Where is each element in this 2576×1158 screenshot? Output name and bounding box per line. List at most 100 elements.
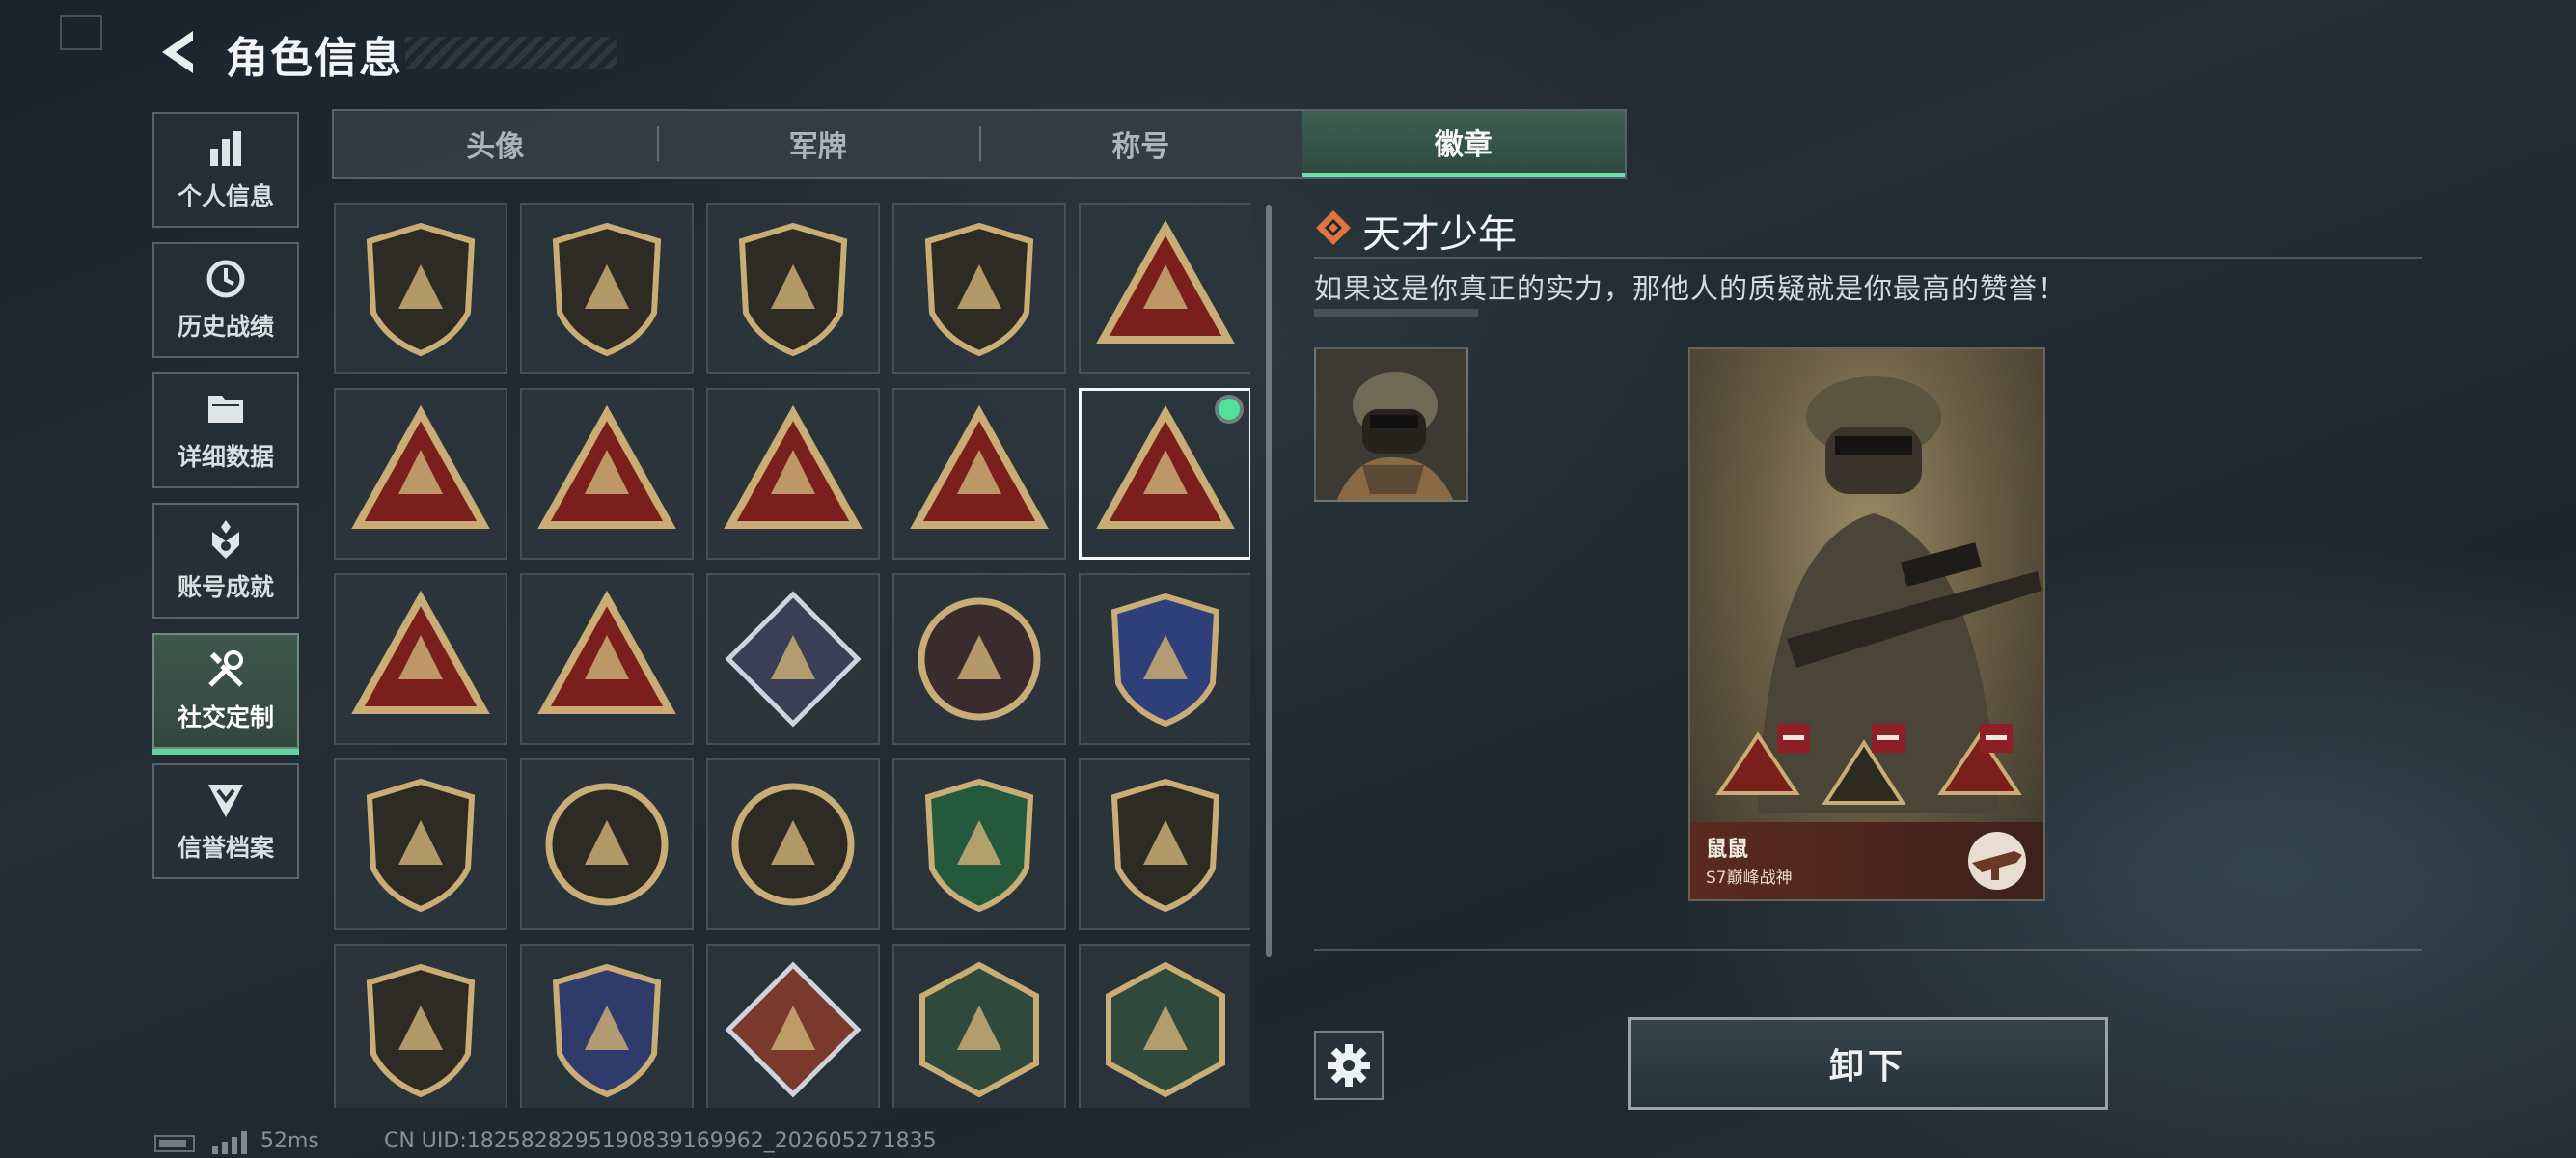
badge-cell[interactable] — [520, 573, 694, 745]
figure-badge-icon — [351, 590, 490, 714]
badge-cell[interactable] — [892, 388, 1066, 560]
description-decoration — [1314, 309, 1478, 317]
title-decoration — [405, 37, 617, 69]
sidebar-item-label: 账号成就 — [177, 573, 274, 601]
corner-decoration — [60, 15, 102, 50]
sidebar-item-label: 个人信息 — [177, 182, 274, 210]
history-clock-icon — [206, 260, 245, 298]
tab-dog-tag[interactable]: 军牌 — [656, 111, 980, 177]
sidebar-item-label: 社交定制 — [177, 703, 274, 731]
star-wreath-badge-icon — [918, 597, 1041, 721]
diamond-emblem-badge-icon — [738, 222, 848, 357]
wrench-screwdriver-icon — [208, 650, 243, 687]
badge-cell[interactable] — [1079, 388, 1250, 560]
nest-badge-icon — [537, 404, 676, 529]
page-title: 角色信息 — [226, 34, 403, 83]
badge-cell[interactable] — [892, 573, 1066, 745]
blue-shield-badge-icon — [1110, 593, 1220, 728]
number-one-badge-icon — [910, 404, 1049, 529]
launcher-badge-icon — [725, 591, 862, 728]
wasp-badge-icon — [919, 961, 1039, 1098]
ping-readout: 52ms — [260, 1129, 319, 1153]
scrollbar[interactable] — [1266, 205, 1272, 957]
battery-icon — [154, 1135, 195, 1152]
bar-chart-icon — [210, 131, 241, 166]
sidebar-item-label: 详细数据 — [177, 443, 274, 471]
sidebar-item-reputation[interactable]: 信誉档案 — [152, 763, 299, 879]
badge-cell[interactable] — [334, 573, 507, 745]
card-footer: 鼠鼠 S7巅峰战神 — [1690, 822, 2043, 899]
shield-chevron-icon — [208, 785, 243, 817]
smg-badge-icon — [1110, 778, 1220, 913]
signal-icon — [212, 1131, 247, 1154]
back-arrow-icon[interactable] — [154, 27, 201, 77]
green-rifle-badge-icon — [924, 778, 1034, 913]
s8-badge-icon — [351, 404, 490, 529]
sidebar-item-history[interactable]: 历史战绩 — [152, 242, 299, 358]
medic-hand-badge-icon — [1106, 961, 1225, 1098]
badge-cell[interactable] — [520, 388, 694, 560]
badge-cell[interactable] — [520, 944, 694, 1108]
folder-icon — [208, 396, 243, 423]
badge-cell[interactable] — [334, 388, 507, 560]
badge-grid — [334, 203, 1250, 1108]
sidebar-item-detailed-data[interactable]: 详细数据 — [152, 372, 299, 488]
badge-description: 如果这是你真正的实力，那他人的质疑就是你最高的赞誉！ — [1314, 272, 2068, 305]
badge-cell[interactable] — [892, 758, 1066, 930]
tab-bar: 头像 军牌 称号 徽章 — [332, 109, 1627, 179]
badge-cell[interactable] — [892, 944, 1066, 1108]
sidebar-item-social-customize[interactable]: 社交定制 — [152, 633, 299, 755]
player-avatar — [1314, 347, 1468, 502]
wolf-badge-icon — [725, 961, 862, 1098]
dagger-badge-icon — [924, 222, 1034, 357]
triangle-emblem-badge-icon — [366, 222, 476, 357]
tab-title[interactable]: 称号 — [979, 111, 1302, 177]
shell-badge-icon — [545, 783, 669, 906]
badge-cell[interactable] — [520, 203, 694, 374]
badge-name: 天才少年 — [1362, 212, 1517, 257]
sidebar-item-personal-info[interactable]: 个人信息 — [152, 112, 299, 228]
badge-cell[interactable] — [706, 758, 880, 930]
s7-badge-icon — [1096, 219, 1235, 344]
player-card: 鼠鼠 S7巅峰战神 — [1688, 347, 2045, 901]
badge-cell[interactable] — [892, 203, 1066, 374]
divider — [1314, 257, 2422, 259]
badge-cell[interactable] — [706, 944, 880, 1108]
badge-cell[interactable] — [334, 758, 507, 930]
divider — [1314, 949, 2422, 951]
skull-crosshair-badge-icon — [731, 783, 855, 906]
badge-cell[interactable] — [1079, 758, 1250, 930]
knife-target-badge-icon — [552, 963, 662, 1098]
equipped-indicator — [1219, 399, 1240, 420]
soldiers-badge-icon — [537, 590, 676, 714]
badge-cell[interactable] — [334, 944, 507, 1108]
badge-cell[interactable] — [706, 203, 880, 374]
badge-rarity-icon — [1316, 210, 1351, 245]
badge-cell[interactable] — [1079, 944, 1250, 1108]
badge-cell[interactable] — [1079, 203, 1250, 374]
sidebar-item-label: 信誉档案 — [177, 834, 274, 862]
settings-button[interactable] — [1314, 1031, 1384, 1100]
shield-crystal-badge-icon — [366, 778, 476, 913]
achievement-icon — [212, 520, 239, 559]
badge-cell[interactable] — [334, 203, 507, 374]
badge-cell[interactable] — [520, 758, 694, 930]
soldier-portrait-icon — [1316, 349, 1466, 500]
tank-badge-icon — [724, 404, 863, 529]
tab-avatar[interactable]: 头像 — [334, 111, 657, 177]
uid-readout: CN UID:1825828295190839169962_2026052718… — [384, 1129, 937, 1153]
usb-drive-badge-icon — [1096, 404, 1235, 529]
unequip-button[interactable]: 卸下 — [1628, 1017, 2108, 1110]
tab-badge[interactable]: 徽章 — [1302, 111, 1625, 177]
player-name: 鼠鼠 — [1706, 838, 1749, 862]
badge-cell[interactable] — [706, 573, 880, 745]
sidebar-item-label: 历史战绩 — [177, 313, 274, 341]
badge-cell[interactable] — [1079, 573, 1250, 745]
helicopter-badge-icon — [552, 222, 662, 357]
gear-icon — [1328, 1044, 1370, 1087]
badge-cell[interactable] — [706, 388, 880, 560]
player-title: S7巅峰战神 — [1706, 868, 1793, 888]
soldier-card-art-icon — [1715, 376, 2042, 813]
pistol-badge-icon — [366, 963, 476, 1098]
sidebar-item-achievements[interactable]: 账号成就 — [152, 503, 299, 619]
